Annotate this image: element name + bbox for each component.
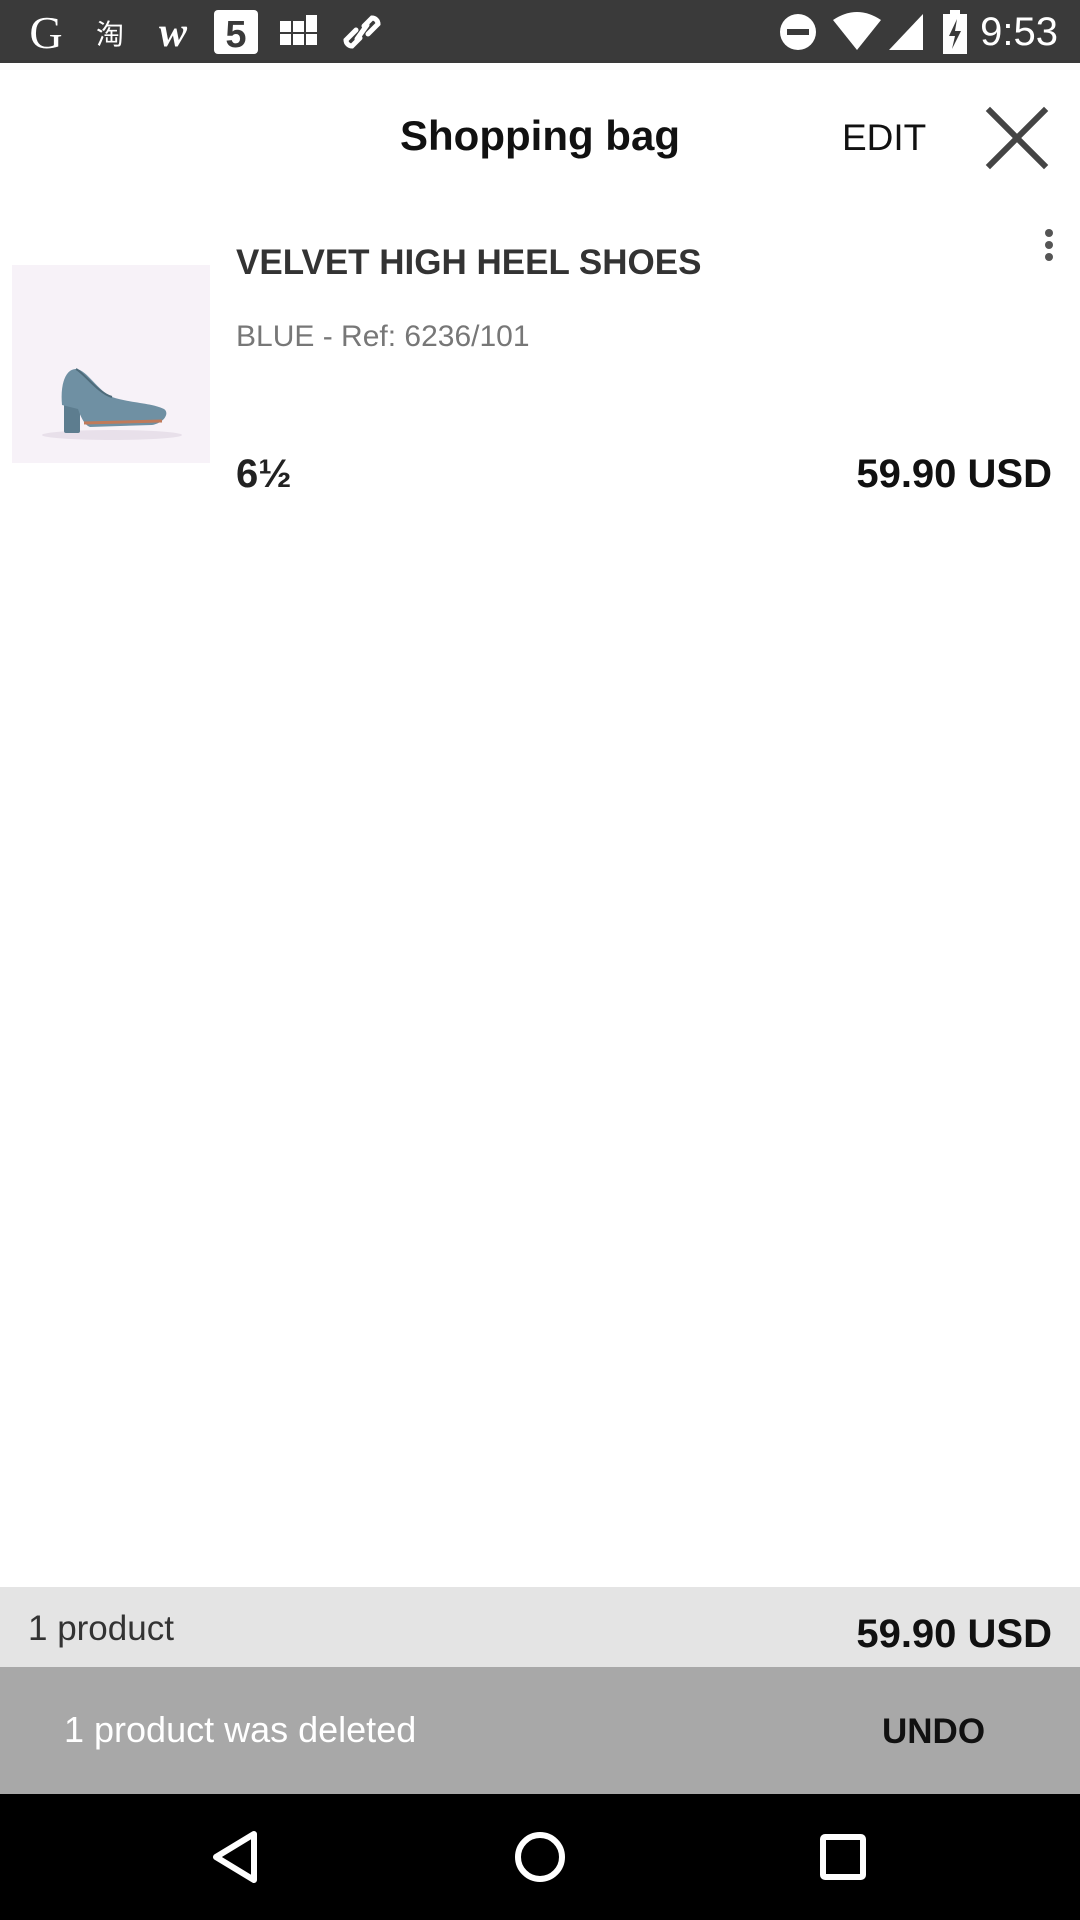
svg-text:G: G <box>29 8 62 56</box>
recents-icon <box>820 1834 866 1880</box>
snackbar-message: 1 product was deleted <box>64 1709 417 1750</box>
recents-button[interactable] <box>808 1822 878 1892</box>
close-icon <box>985 106 1049 170</box>
product-name[interactable]: VELVET HIGH HEEL SHOES <box>236 241 701 285</box>
wifi-icon <box>830 8 884 56</box>
summary-bar: 1 product 59.90 USD <box>0 1587 1080 1667</box>
product-count: 1 product <box>28 1609 174 1648</box>
signal-icon <box>886 8 926 56</box>
google-icon: G <box>20 8 72 56</box>
nav-bar <box>0 1794 1080 1920</box>
product-item[interactable]: VELVET HIGH HEEL SHOES BLUE - Ref: 6236/… <box>0 205 1080 525</box>
shoe-image <box>12 265 210 463</box>
home-icon <box>515 1832 565 1882</box>
more-vert-icon <box>1045 229 1053 261</box>
wish-icon: w <box>148 8 198 56</box>
taobao-icon: 淘 <box>88 8 132 56</box>
svg-text:5: 5 <box>225 14 246 55</box>
back-icon <box>213 1831 257 1883</box>
snackbar: 1 product was deleted UNDO <box>0 1667 1080 1794</box>
grid-app-icon <box>276 8 322 56</box>
svg-text:w: w <box>159 10 188 56</box>
status-bar: G 淘 w 5 9:53 <box>0 0 1080 63</box>
total-price: 59.90 USD <box>856 1612 1052 1656</box>
battery-charging-icon <box>940 8 970 56</box>
link-icon <box>340 8 384 56</box>
home-button[interactable] <box>505 1822 575 1892</box>
product-image[interactable] <box>12 265 210 463</box>
edit-button[interactable]: EDIT <box>842 115 926 161</box>
product-size: 6½ <box>236 452 292 496</box>
do-not-disturb-icon <box>776 8 820 56</box>
product-price: 59.90 USD <box>856 452 1052 496</box>
more-options-button[interactable] <box>1036 227 1062 267</box>
html5-icon: 5 <box>212 8 260 56</box>
status-time: 9:53 <box>980 10 1058 54</box>
undo-button[interactable]: UNDO <box>882 1709 985 1755</box>
header: Shopping bag EDIT <box>0 63 1080 205</box>
svg-text:淘: 淘 <box>96 18 124 51</box>
close-button[interactable] <box>980 101 1054 175</box>
back-button[interactable] <box>202 1822 272 1892</box>
product-ref: BLUE - Ref: 6236/101 <box>236 320 530 353</box>
